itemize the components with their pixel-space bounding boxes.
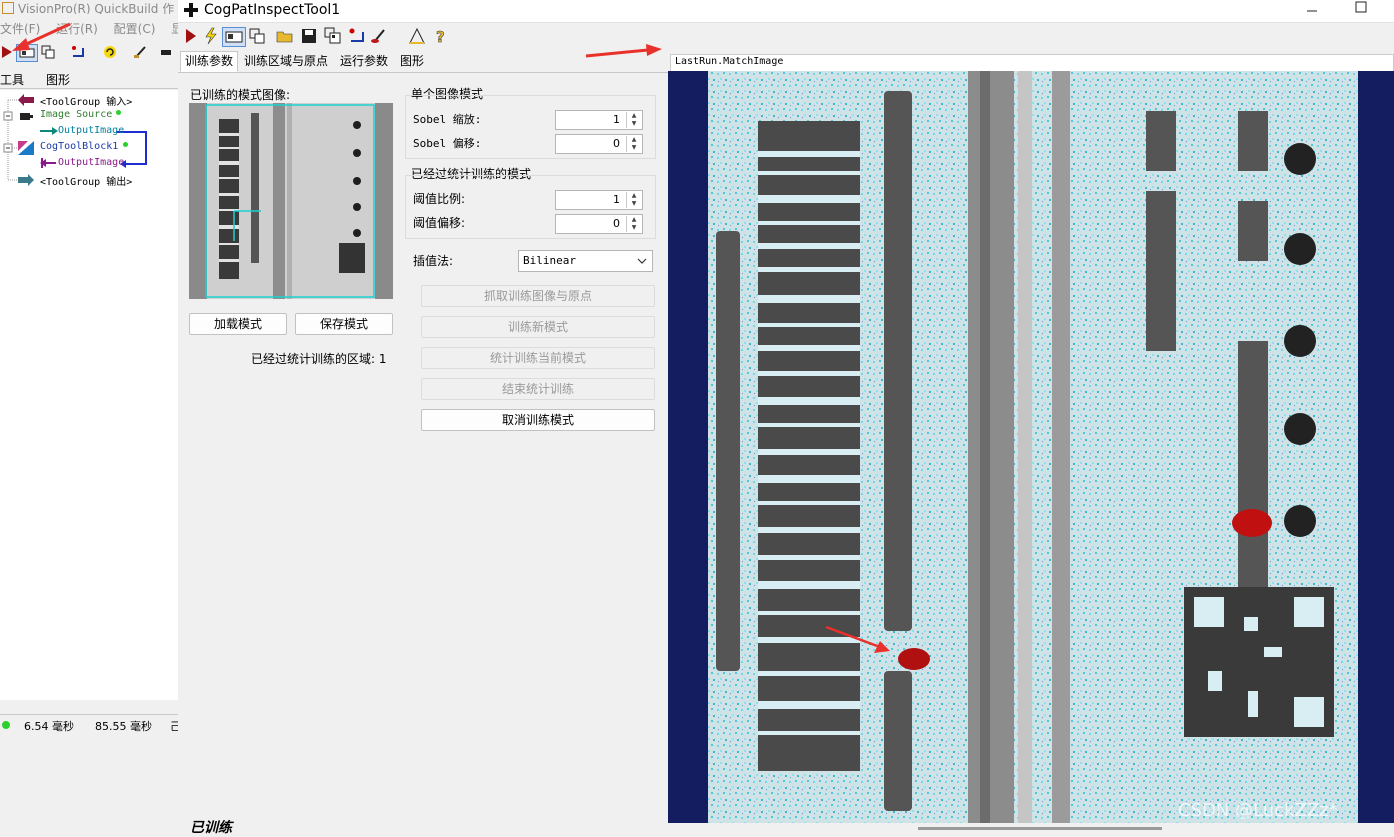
tab-tools[interactable]: 工具 [0,71,24,88]
annotation-arrow-icon [12,22,71,51]
help-icon[interactable]: ? [432,27,450,45]
end-stat-train-button[interactable]: 结束统计训练 [421,378,655,400]
trained-region-count: 已经过统计训练的区域: 1 [251,352,387,366]
stat-train-pattern-button[interactable]: 统计训练当前模式 [421,347,655,369]
electric-run-icon[interactable] [202,27,220,45]
tree-node-toolblock-output[interactable]: OutputImage [58,157,124,168]
window-icon[interactable] [248,27,266,45]
status-ok-icon [2,721,10,729]
spinner-arrows-icon[interactable]: ▲ ▼ [626,136,641,152]
tool-window-title: CogPatInspectTool1 [204,2,341,18]
image-canvas[interactable] [668,71,1394,823]
threshold-offset-label: 阈值偏移: [413,216,466,230]
job-tree: <ToolGroup 输入> Image Source OutputImage … [0,90,178,700]
open-folder-icon[interactable] [276,27,294,45]
graphics-icon[interactable] [408,27,426,45]
quickbuild-title: VisionPro(R) QuickBuild 作 [18,2,175,14]
status-ok-icon [116,110,121,115]
threshold-scale-label: 阈值比例: [413,192,466,206]
status-ok-icon [123,142,128,147]
horizontal-scrollbar[interactable] [918,827,1162,830]
tab-run-params[interactable]: 运行参数 [336,52,392,71]
load-pattern-button[interactable]: 加载模式 [189,313,287,335]
loop-icon[interactable] [102,44,118,60]
minimize-icon[interactable] [1306,6,1318,16]
interp-select[interactable]: Bilinear [518,250,653,272]
tree-node-toolblock[interactable]: CogToolBlock1 [40,141,118,152]
brush-icon[interactable] [370,27,388,45]
reset-icon[interactable] [70,44,86,60]
quickbuild-tabs: 工具 图形 [0,70,178,89]
threshold-scale-value: 1 [613,193,620,206]
menu-view[interactable]: 显示 [171,22,178,36]
copy-window-icon[interactable] [324,27,342,45]
tree-node-image-source[interactable]: Image Source [40,109,112,120]
sobel-scale-input[interactable]: 1 ▲ ▼ [555,110,643,130]
sobel-offset-input[interactable]: 0 ▲ ▼ [555,134,643,154]
menu-config[interactable]: 配置(C) [114,22,156,36]
app-icon [2,2,14,14]
run-icon[interactable] [182,27,200,45]
save-icon[interactable] [300,27,318,45]
spinner-arrows-icon[interactable]: ▲ ▼ [626,192,641,208]
toolblock-icon [18,141,34,155]
trained-status-text: 已训练 [190,820,232,836]
quickbuild-window: VisionPro(R) QuickBuild 作 文件(F) 运行(R) 配置… [0,0,181,836]
sobel-offset-value: 0 [613,137,620,150]
annotation-arrow-icon [585,44,662,58]
quickbuild-title-bar: VisionPro(R) QuickBuild 作 [0,0,178,14]
match-image [708,71,1358,823]
interp-label: 插值法: [413,254,454,268]
status-time-total: 85.55 毫秒 [95,720,152,733]
tab-graphics[interactable]: 图形 [46,71,70,88]
spinner-arrows-icon[interactable]: ▲ ▼ [626,112,641,128]
output-arrow-icon [40,158,56,168]
tree-node-output[interactable]: <ToolGroup 输出> [40,173,132,188]
sobel-scale-label: Sobel 缩放: [413,113,482,126]
image-caption: LastRun.MatchImage [675,56,784,67]
threshold-offset-value: 0 [613,217,620,230]
tool-title-bar: CogPatInspectTool1 [178,0,1394,23]
pat-inspect-window: CogPatInspectTool1 ? 训练参数 训练区域与原点 运行参数 图… [178,0,1394,836]
watermark-text: CSDN @LuckZZz* [1178,800,1338,821]
threshold-scale-input[interactable]: 1 ▲ ▼ [555,190,643,210]
pattern-image [189,103,393,299]
status-time-last: 6.54 毫秒 [24,720,74,733]
interp-value: Bilinear [523,254,576,267]
camera-icon [20,113,33,120]
spinner-arrows-icon[interactable]: ▲ ▼ [626,216,641,232]
output-arrow-icon [40,127,58,135]
trained-pattern-thumbnail [189,103,393,299]
input-arrow-icon [18,94,34,106]
brush-icon[interactable] [132,44,148,60]
train-new-pattern-button[interactable]: 训练新模式 [421,316,655,338]
sobel-scale-value: 1 [613,113,620,126]
quickbuild-status-bar: 6.54 毫秒 85.55 毫秒 己 [0,714,181,737]
tree-node-input[interactable]: <ToolGroup 输入> [40,93,132,108]
tree-node-output-image[interactable]: OutputImage [58,125,124,136]
tab-graphics[interactable]: 图形 [396,52,428,71]
svg-text:?: ? [436,28,445,45]
tool-app-icon [184,3,198,17]
display-icon[interactable] [222,27,246,47]
sobel-offset-label: Sobel 偏移: [413,137,482,150]
reset-icon[interactable] [348,27,366,45]
cancel-train-button[interactable]: 取消训练模式 [421,409,655,431]
save-pattern-button[interactable]: 保存模式 [295,313,393,335]
tab-train-region[interactable]: 训练区域与原点 [240,52,332,71]
trained-image-label: 已训练的模式图像: [190,88,291,102]
tool-toolbar: ? [178,24,1394,48]
image-display-panel: LastRun.MatchImage CSDN @LuckZZz* [668,48,1394,836]
grab-train-image-button[interactable]: 抓取训练图像与原点 [421,285,655,307]
image-caption-bar: LastRun.MatchImage [670,54,1394,72]
tab-train-params[interactable]: 训练参数 [180,51,239,72]
tool-icon[interactable] [158,44,174,60]
output-group-icon [18,174,34,186]
chevron-down-icon [637,258,647,264]
threshold-offset-input[interactable]: 0 ▲ ▼ [555,214,643,234]
maximize-icon[interactable] [1355,1,1367,13]
